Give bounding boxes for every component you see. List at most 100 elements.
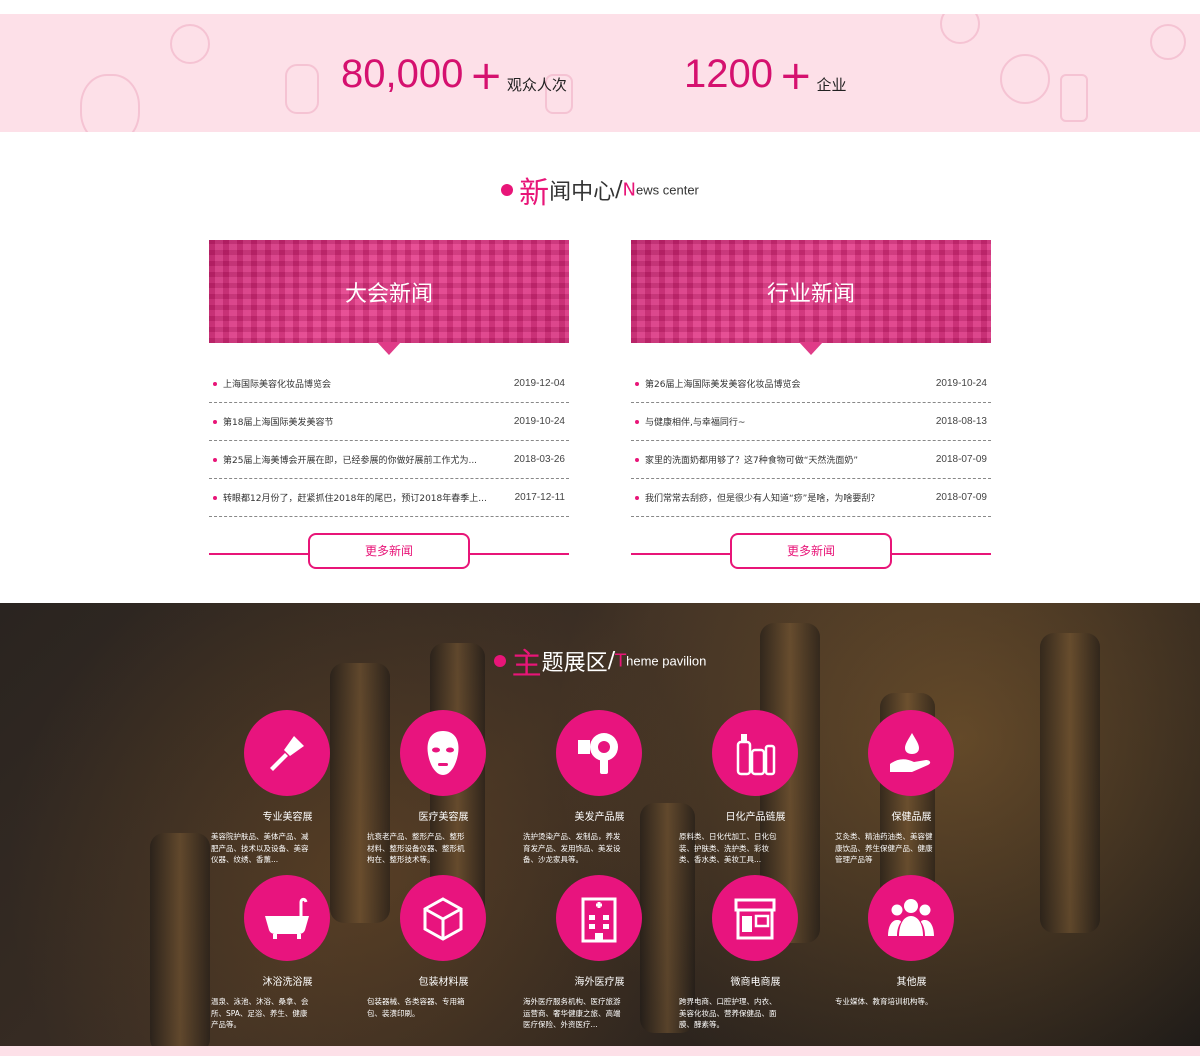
title-dot-icon: [501, 184, 514, 196]
bg-lipstick-tube: [150, 833, 210, 1053]
news-item-title: 与健康相伴,与幸福同行~: [645, 418, 746, 428]
theme-card: 医疗美容展 抗衰老产品、整形产品、整形材料、整形设备仪器、整形机构在、整形技术等…: [367, 710, 516, 866]
people-group-icon: [888, 899, 934, 936]
news-item[interactable]: 我们常常去刮痧，但是很少有人知道“痧”是啥，为啥要刮？ 2018-07-09: [631, 479, 991, 517]
news-item-date: 2018-07-09: [935, 454, 987, 465]
theme-card: 专业美容展 美容院护肤品、美体产品、减肥产品、技术以及设备、美容仪器、纹绣、香薰…: [211, 710, 360, 866]
theme-card-desc: 艾灸类、精油药油类、美容健康饮品、养生保健产品、健康管理产品等: [835, 832, 933, 864]
decor-face-mask-icon: [80, 74, 140, 132]
makeup-brush-icon: [270, 736, 304, 771]
news-banner-title: 行业新闻: [766, 282, 855, 307]
news-column-conference: 大会新闻 上海国际美容化妆品博览会 2019-12-04 第18届上海国际美发美容…: [209, 240, 569, 575]
face-mask-icon: [427, 731, 459, 775]
theme-circle[interactable]: [244, 875, 330, 961]
more-news-button[interactable]: 更多新闻: [308, 533, 470, 569]
title-dot-icon: [493, 655, 506, 667]
theme-pavilion-section: 主题展区/Theme pavilion 专业美容展 美容院护肤品、美体产品、减肥…: [0, 603, 1200, 1056]
news-section-title: 新闻中心/News center: [0, 168, 1200, 212]
bullet-icon: [213, 495, 217, 500]
theme-card-desc: 抗衰老产品、整形产品、整形材料、整形设备仪器、整形机构在、整形技术等。: [367, 832, 465, 864]
theme-circle[interactable]: [712, 875, 798, 961]
news-banner-industry[interactable]: 行业新闻: [631, 240, 991, 343]
hospital-building-icon: [581, 897, 617, 943]
theme-card: 日化产品链展 原料类、日化代加工、日化包装、护肤类、洗护类、彩妆类、香水类、美妆…: [679, 710, 828, 866]
theme-card-name: 专业美容展: [262, 812, 313, 823]
theme-title-en-first: T: [615, 650, 627, 672]
decor-circle-icon: [1150, 24, 1186, 60]
decor-mirror-icon: [1000, 54, 1050, 104]
bullet-icon: [213, 419, 217, 424]
theme-card-name: 其他展: [896, 977, 927, 988]
bathtub-icon: [265, 897, 309, 939]
theme-title-first: 主: [511, 647, 542, 682]
theme-card-name: 医疗美容展: [418, 812, 469, 823]
news-title-slash: /: [615, 177, 623, 203]
news-list: 上海国际美容化妆品博览会 2019-12-04 第18届上海国际美发美容节 2019…: [209, 365, 569, 517]
package-box-icon: [423, 897, 463, 941]
footer-strip: [0, 1046, 1200, 1056]
stat-companies-plus: +: [778, 53, 813, 99]
theme-card-name: 美发产品展: [574, 812, 625, 823]
news-item-title: 第25届上海美博会开展在即，已经参展的你做好展前工作尤为...: [223, 456, 478, 466]
decor-curler-icon: [1060, 74, 1088, 122]
hair-dryer-icon: [578, 733, 618, 774]
hand-drop-icon: [890, 733, 931, 772]
theme-card-name: 沐浴洗浴展: [262, 977, 313, 988]
theme-card: 保健品展 艾灸类、精油药油类、美容健康饮品、养生保健产品、健康管理产品等: [835, 710, 984, 866]
theme-title-slash: /: [607, 648, 616, 674]
news-item[interactable]: 转眼都12月份了，赶紧抓住2018年的尾巴，预订2018年春季上... 2017-…: [209, 479, 569, 517]
bullet-icon: [635, 381, 639, 386]
theme-circle[interactable]: [712, 710, 798, 796]
news-banner-title: 大会新闻: [344, 282, 433, 307]
stat-visitors: 80,000 + 观众人次: [341, 52, 567, 96]
theme-card-name: 海外医疗展: [574, 977, 625, 988]
bullet-icon: [635, 419, 639, 424]
news-item[interactable]: 第25届上海美博会开展在即，已经参展的你做好展前工作尤为... 2018-03-2…: [209, 441, 569, 479]
banner-pointer-icon: [377, 342, 401, 355]
news-item[interactable]: 第26届上海国际美发美容化妆品博览会 2019-10-24: [631, 365, 991, 403]
decor-compact-icon-2: [940, 14, 980, 44]
more-news-row: 更多新闻: [631, 517, 991, 575]
news-item[interactable]: 第18届上海国际美发美容节 2019-10-24: [209, 403, 569, 441]
news-item[interactable]: 上海国际美容化妆品博览会 2019-12-04: [209, 365, 569, 403]
stat-companies-number: 1200: [684, 52, 773, 96]
theme-circle[interactable]: [244, 710, 330, 796]
theme-circle[interactable]: [556, 710, 642, 796]
news-item-date: 2018-07-09: [935, 492, 987, 503]
news-item-date: 2018-03-26: [513, 454, 565, 465]
bullet-icon: [213, 457, 217, 462]
news-title-en-rest: ews center: [636, 182, 699, 198]
theme-title-rest: 题展区: [541, 651, 608, 676]
cosmetic-bottles-icon: [736, 734, 776, 776]
theme-card-name: 微商电商展: [730, 977, 781, 988]
theme-circle[interactable]: [400, 875, 486, 961]
news-item[interactable]: 家里的洗面奶都用够了？这7种食物可做“天然洗面奶” 2018-07-09: [631, 441, 991, 479]
theme-card-desc: 专业媒体、教育培训机构等。: [835, 997, 933, 1006]
theme-card-desc: 温泉、泳池、沐浴、桑拿、会所、SPA、足浴、养生、健康产品等。: [211, 997, 309, 1029]
stat-companies-unit: 企业: [816, 76, 847, 94]
theme-circle[interactable]: [868, 875, 954, 961]
theme-card-desc: 跨界电商、口腔护理、内衣、美容化妆品、营养保健品、面膜、酵素等。: [679, 997, 777, 1029]
theme-circle[interactable]: [400, 710, 486, 796]
news-banner-conference[interactable]: 大会新闻: [209, 240, 569, 343]
theme-card-desc: 美容院护肤品、美体产品、减肥产品、技术以及设备、美容仪器、纹绣、香薰...: [211, 832, 309, 864]
theme-card: 包装材料展 包装器械、各类容器、专用箱包、装潢印刷。: [367, 875, 516, 1019]
theme-card: 其他展 专业媒体、教育培训机构等。: [835, 875, 984, 1008]
news-item-date: 2019-10-24: [935, 378, 987, 389]
theme-title-en-rest: heme pavilion: [626, 653, 707, 669]
news-title-first: 新: [519, 176, 550, 211]
news-item-title: 第18届上海国际美发美容节: [223, 418, 334, 428]
storefront-icon: [734, 898, 776, 940]
news-title-en-first: N: [622, 179, 637, 201]
more-news-button[interactable]: 更多新闻: [730, 533, 892, 569]
decor-bottle-icon: [285, 64, 319, 114]
news-item-title: 我们常常去刮痧，但是很少有人知道“痧”是啥，为啥要刮？: [645, 494, 880, 504]
theme-circle[interactable]: [556, 875, 642, 961]
theme-section-title: 主题展区/Theme pavilion: [0, 639, 1200, 683]
news-item-date: 2019-10-24: [513, 416, 565, 427]
theme-circle[interactable]: [868, 710, 954, 796]
stat-companies: 1200 + 企业: [684, 52, 847, 96]
news-item[interactable]: 与健康相伴,与幸福同行~ 2018-08-13: [631, 403, 991, 441]
news-item-title: 家里的洗面奶都用够了？这7种食物可做“天然洗面奶”: [645, 456, 859, 466]
news-title-rest: 闻中心: [549, 180, 616, 205]
